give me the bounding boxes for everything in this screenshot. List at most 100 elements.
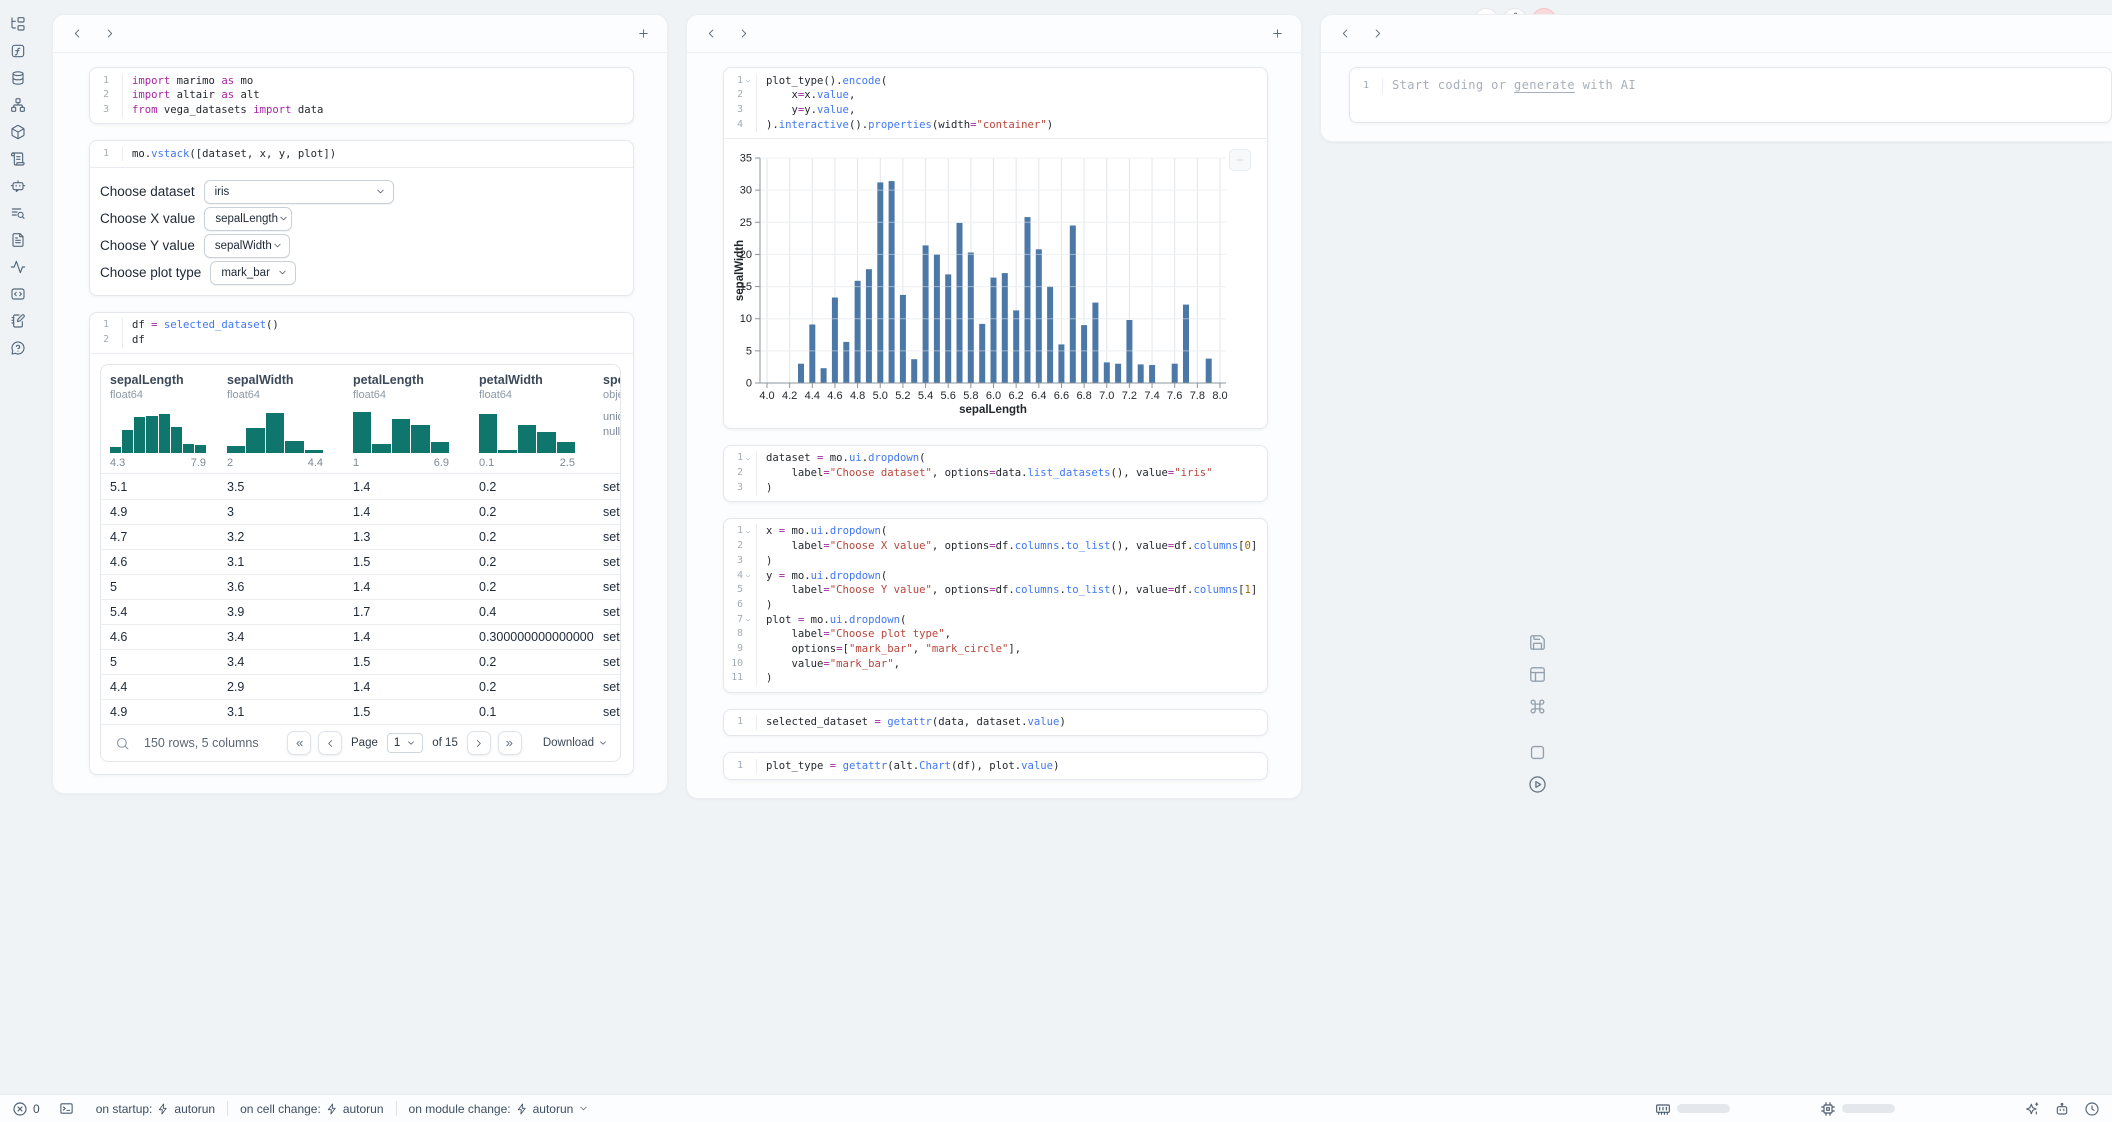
code-text[interactable]: ) bbox=[756, 598, 1267, 613]
error-indicator[interactable]: 0 bbox=[12, 1101, 40, 1117]
terminal-button[interactable] bbox=[56, 1099, 78, 1119]
frame-button[interactable] bbox=[1525, 740, 1549, 764]
table-row[interactable]: 4.93.11.50.1setosa bbox=[101, 699, 620, 724]
copilot-button[interactable] bbox=[2053, 1100, 2070, 1117]
sidebar-documentation-button[interactable] bbox=[9, 232, 27, 248]
column-histogram[interactable] bbox=[227, 408, 323, 453]
code-text[interactable]: ).interactive().properties(width="contai… bbox=[756, 118, 1267, 133]
cell-xy-plot-dropdowns[interactable]: 1x = mo.ui.dropdown(2 label="Choose X va… bbox=[723, 518, 1268, 693]
table-row[interactable]: 4.931.40.2setosa bbox=[101, 499, 620, 524]
autorun-on-module-change[interactable]: on module change: autorun bbox=[409, 1102, 590, 1116]
column-header-petalLength[interactable]: petalLengthfloat6416.9 bbox=[344, 373, 470, 469]
code-text[interactable]: df bbox=[122, 333, 633, 348]
code-editor[interactable]: 1dataset = mo.ui.dropdown(2 label="Choos… bbox=[724, 446, 1267, 501]
layout-button[interactable] bbox=[1525, 662, 1549, 686]
page-select[interactable]: 1 bbox=[387, 733, 423, 753]
code-editor[interactable]: 1plot_type = getattr(alt.Chart(df), plot… bbox=[724, 753, 1267, 779]
code-text[interactable]: label="Choose dataset", options=data.lis… bbox=[756, 466, 1267, 481]
cpu-gauge[interactable] bbox=[1820, 1101, 1895, 1117]
sidebar-datasources-button[interactable] bbox=[9, 70, 27, 86]
next-page-button[interactable] bbox=[467, 731, 491, 755]
column-header-species[interactable]: speciesobjectuniquenulls: bbox=[594, 373, 620, 469]
sidebar-dependency-graph-button[interactable] bbox=[9, 97, 27, 113]
table-row[interactable]: 4.63.41.40.30000000000000004setosa bbox=[101, 624, 620, 649]
code-editor[interactable]: 1mo.vstack([dataset, x, y, plot]) bbox=[90, 141, 633, 167]
column-scroll-right-button[interactable] bbox=[97, 22, 121, 46]
command-palette-button[interactable] bbox=[1525, 694, 1549, 718]
code-text[interactable]: options=["mark_bar", "mark_circle"], bbox=[756, 642, 1267, 657]
download-button[interactable]: Download bbox=[543, 737, 608, 749]
cell-empty[interactable]: 1Start coding or generate with AI bbox=[1349, 67, 2112, 123]
runtime-status-button[interactable] bbox=[2083, 1100, 2100, 1117]
code-text[interactable]: value="mark_bar", bbox=[756, 657, 1267, 672]
save-button[interactable] bbox=[1525, 630, 1549, 654]
autorun-on-startup[interactable]: on startup: autorun bbox=[96, 1102, 215, 1116]
code-text[interactable]: df = selected_dataset() bbox=[122, 318, 633, 333]
table-row[interactable]: 5.43.91.70.4setosa bbox=[101, 599, 620, 624]
add-column-button[interactable] bbox=[631, 22, 655, 46]
dataset-select[interactable]: iris bbox=[204, 180, 394, 204]
sidebar-packages-button[interactable] bbox=[9, 124, 27, 140]
cell-plot[interactable]: 1plot_type().encode(2 x=x.value,3 y=y.va… bbox=[723, 67, 1268, 429]
sidebar-list-search-button[interactable] bbox=[9, 205, 27, 221]
sidebar-file-tree-button[interactable] bbox=[9, 16, 27, 32]
code-text[interactable]: plot = mo.ui.dropdown( bbox=[756, 613, 1267, 628]
column-header-sepalLength[interactable]: sepalLengthfloat644.37.9 bbox=[101, 373, 218, 469]
code-text[interactable]: import altair as alt bbox=[122, 88, 633, 103]
generate-with-ai-link[interactable]: generate bbox=[1514, 78, 1575, 92]
code-text[interactable]: from vega_datasets import data bbox=[122, 103, 633, 118]
sidebar-snippets-button[interactable] bbox=[9, 286, 27, 302]
search-icon[interactable] bbox=[115, 736, 130, 751]
code-text[interactable]: y = mo.ui.dropdown( bbox=[756, 569, 1267, 584]
dataframe-table[interactable]: sepalLengthfloat644.37.9sepalWidthfloat6… bbox=[100, 364, 621, 762]
column-scroll-left-button[interactable] bbox=[65, 22, 89, 46]
altair-bar-chart[interactable]: 4.04.24.44.64.85.05.25.45.65.86.06.26.46… bbox=[734, 147, 1254, 419]
code-text[interactable]: ) bbox=[756, 554, 1267, 569]
code-text[interactable]: label="Choose X value", options=df.colum… bbox=[756, 539, 1267, 554]
chart-actions-button[interactable] bbox=[1229, 149, 1251, 171]
code-text[interactable]: import marimo as mo bbox=[122, 74, 633, 89]
code-text[interactable]: mo.vstack([dataset, x, y, plot]) bbox=[122, 147, 633, 162]
code-editor[interactable]: 1import marimo as mo2import altair as al… bbox=[90, 68, 633, 123]
cell-imports[interactable]: 1import marimo as mo2import altair as al… bbox=[89, 67, 634, 124]
column-scroll-left-button[interactable] bbox=[699, 22, 723, 46]
y-value-select[interactable]: sepalWidth bbox=[204, 234, 290, 258]
table-row[interactable]: 5.13.51.40.2setosa bbox=[101, 474, 620, 499]
code-text[interactable]: label="Choose Y value", options=df.colum… bbox=[756, 583, 1267, 598]
table-row[interactable]: 4.42.91.40.2setosa bbox=[101, 674, 620, 699]
code-placeholder[interactable]: Start coding or generate with AI bbox=[1382, 78, 2111, 94]
code-text[interactable]: y=y.value, bbox=[756, 103, 1267, 118]
column-header-sepalWidth[interactable]: sepalWidthfloat6424.4 bbox=[218, 373, 344, 469]
last-page-button[interactable] bbox=[498, 731, 522, 755]
code-editor[interactable]: 1selected_dataset = getattr(data, datase… bbox=[724, 710, 1267, 736]
column-histogram[interactable] bbox=[110, 408, 206, 453]
x-value-select[interactable]: sepalLength bbox=[204, 207, 292, 231]
sidebar-tracing-button[interactable] bbox=[9, 259, 27, 275]
table-row[interactable]: 4.63.11.50.2setosa bbox=[101, 549, 620, 574]
sidebar-logs-button[interactable] bbox=[9, 151, 27, 167]
cell-dataset-dropdown[interactable]: 1dataset = mo.ui.dropdown(2 label="Choos… bbox=[723, 445, 1268, 502]
cell-selected-dataset[interactable]: 1selected_dataset = getattr(data, datase… bbox=[723, 709, 1268, 737]
code-text[interactable]: selected_dataset = getattr(data, dataset… bbox=[756, 715, 1267, 730]
code-editor[interactable]: 1df = selected_dataset()2df bbox=[90, 313, 633, 353]
table-row[interactable]: 53.61.40.2setosa bbox=[101, 574, 620, 599]
sidebar-functions-button[interactable] bbox=[9, 43, 27, 59]
sidebar-scratchpad-button[interactable] bbox=[9, 313, 27, 329]
run-button[interactable] bbox=[1525, 772, 1549, 796]
code-text[interactable]: plot_type = getattr(alt.Chart(df), plot.… bbox=[756, 759, 1267, 774]
table-row[interactable]: 4.73.21.30.2setosa bbox=[101, 524, 620, 549]
column-histogram[interactable] bbox=[479, 408, 575, 453]
column-histogram[interactable] bbox=[353, 408, 449, 453]
column-scroll-right-button[interactable] bbox=[1365, 22, 1389, 46]
code-text[interactable]: x=x.value, bbox=[756, 88, 1267, 103]
autorun-on-cell-change[interactable]: on cell change: autorun bbox=[240, 1102, 383, 1116]
code-text[interactable]: ) bbox=[756, 671, 1267, 686]
code-text[interactable]: plot_type().encode( bbox=[756, 74, 1267, 89]
code-text[interactable]: x = mo.ui.dropdown( bbox=[756, 524, 1267, 539]
cell-vstack-controls[interactable]: 1mo.vstack([dataset, x, y, plot])Choose … bbox=[89, 140, 634, 296]
cell-plot-type[interactable]: 1plot_type = getattr(alt.Chart(df), plot… bbox=[723, 752, 1268, 780]
code-text[interactable]: ) bbox=[756, 481, 1267, 496]
code-text[interactable]: label="Choose plot type", bbox=[756, 627, 1267, 642]
previous-page-button[interactable] bbox=[318, 731, 342, 755]
ai-assist-button[interactable] bbox=[2023, 1100, 2040, 1117]
